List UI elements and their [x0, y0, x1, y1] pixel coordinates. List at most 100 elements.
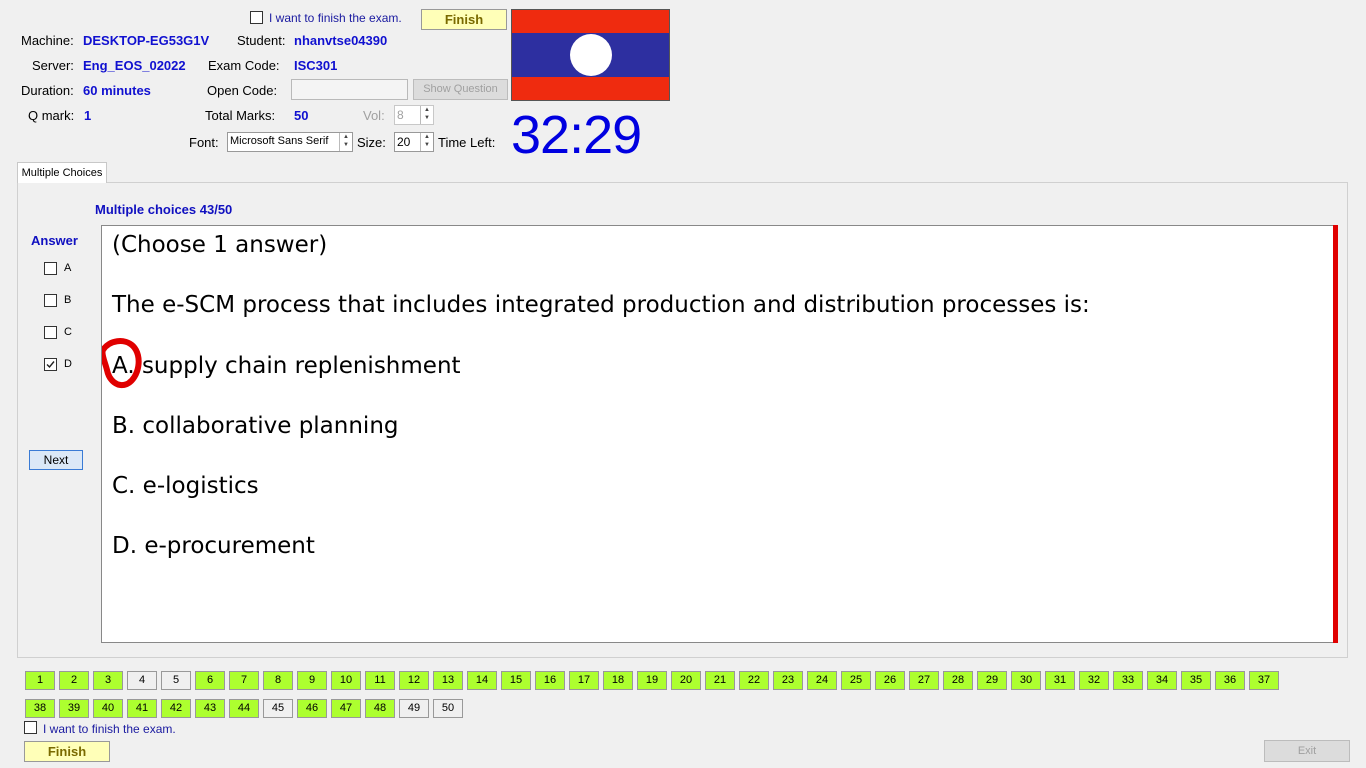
size-spinner[interactable]: 20 ▲ ▼: [394, 132, 434, 152]
open-code-input[interactable]: [291, 79, 408, 100]
duration-label: Duration:: [21, 83, 74, 98]
answer-checkbox-d[interactable]: [44, 358, 57, 371]
question-nav-button-48[interactable]: 48: [365, 699, 395, 718]
question-nav-button-5[interactable]: 5: [161, 671, 191, 690]
finish-button-bottom[interactable]: Finish: [24, 741, 110, 762]
question-nav-button-43[interactable]: 43: [195, 699, 225, 718]
answer-option-b[interactable]: B: [44, 294, 71, 310]
answer-letter-d: D: [64, 358, 72, 370]
question-nav-button-16[interactable]: 16: [535, 671, 565, 690]
question-nav-button-17[interactable]: 17: [569, 671, 599, 690]
tab-multiple-choices[interactable]: Multiple Choices: [17, 162, 107, 183]
question-nav-button-10[interactable]: 10: [331, 671, 361, 690]
question-nav-button-39[interactable]: 39: [59, 699, 89, 718]
question-nav-button-30[interactable]: 30: [1011, 671, 1041, 690]
question-nav-button-32[interactable]: 32: [1079, 671, 1109, 690]
question-nav-button-38[interactable]: 38: [25, 699, 55, 718]
size-value: 20: [397, 135, 411, 149]
question-nav-button-21[interactable]: 21: [705, 671, 735, 690]
answer-checkbox-c[interactable]: [44, 326, 57, 339]
total-marks-value: 50: [294, 108, 309, 123]
checkbox-box[interactable]: [24, 721, 37, 734]
spin-arrows-icon[interactable]: ▲ ▼: [420, 106, 433, 124]
exit-button[interactable]: Exit: [1264, 740, 1350, 762]
spin-arrows-icon[interactable]: ▲ ▼: [339, 133, 352, 151]
question-nav-button-33[interactable]: 33: [1113, 671, 1143, 690]
student-value: nhanvtse04390: [294, 33, 388, 48]
spin-arrows-icon[interactable]: ▲ ▼: [420, 133, 433, 151]
question-nav-button-25[interactable]: 25: [841, 671, 871, 690]
qmark-value: 1: [84, 108, 92, 123]
question-nav-button-41[interactable]: 41: [127, 699, 157, 718]
answer-option-a[interactable]: A: [44, 262, 71, 278]
question-nav-button-6[interactable]: 6: [195, 671, 225, 690]
machine-value: DESKTOP-EG53G1V: [83, 33, 210, 48]
question-nav-button-19[interactable]: 19: [637, 671, 667, 690]
question-nav-button-31[interactable]: 31: [1045, 671, 1075, 690]
question-nav-button-49[interactable]: 49: [399, 699, 429, 718]
question-progress: Multiple choices 43/50: [95, 202, 233, 217]
finish-exam-checkbox-bottom[interactable]: [24, 721, 37, 737]
question-nav-button-47[interactable]: 47: [331, 699, 361, 718]
question-stem: The e-SCM process that includes integrat…: [112, 292, 1090, 318]
question-nav-button-28[interactable]: 28: [943, 671, 973, 690]
question-nav-button-22[interactable]: 22: [739, 671, 769, 690]
check-icon: [46, 361, 55, 369]
question-scrollbar[interactable]: [1333, 225, 1338, 643]
question-nav-button-9[interactable]: 9: [297, 671, 327, 690]
question-instruction: (Choose 1 answer): [112, 232, 328, 258]
question-nav-button-7[interactable]: 7: [229, 671, 259, 690]
answer-letter-a: A: [64, 262, 72, 274]
question-nav-button-26[interactable]: 26: [875, 671, 905, 690]
question-nav-button-2[interactable]: 2: [59, 671, 89, 690]
question-nav-button-18[interactable]: 18: [603, 671, 633, 690]
question-nav-button-1[interactable]: 1: [25, 671, 55, 690]
question-nav-button-37[interactable]: 37: [1249, 671, 1279, 690]
answer-option-d[interactable]: D: [44, 358, 72, 374]
question-text-area[interactable]: (Choose 1 answer) The e-SCM process that…: [101, 225, 1334, 643]
question-nav-button-45[interactable]: 45: [263, 699, 293, 718]
tab-panel: Multiple choices 43/50 Answer A B C D Ne…: [17, 182, 1348, 658]
question-nav-button-4[interactable]: 4: [127, 671, 157, 690]
question-nav-button-14[interactable]: 14: [467, 671, 497, 690]
vol-spinner[interactable]: 8 ▲ ▼: [394, 105, 434, 125]
answer-checkbox-b[interactable]: [44, 294, 57, 307]
student-label: Student:: [237, 33, 286, 48]
question-nav-button-46[interactable]: 46: [297, 699, 327, 718]
answer-checkbox-a[interactable]: [44, 262, 57, 275]
total-marks-label: Total Marks:: [205, 108, 276, 123]
question-nav-button-29[interactable]: 29: [977, 671, 1007, 690]
answer-letter-b: B: [64, 294, 72, 306]
question-nav-button-27[interactable]: 27: [909, 671, 939, 690]
question-nav-button-3[interactable]: 3: [93, 671, 123, 690]
answer-option-c[interactable]: C: [44, 326, 72, 342]
checkbox-box[interactable]: [250, 11, 263, 24]
font-value: Microsoft Sans Serif: [230, 135, 329, 147]
finish-exam-label-top: I want to finish the exam.: [269, 11, 402, 25]
red-circle-annotation: [102, 338, 142, 388]
question-nav-button-34[interactable]: 34: [1147, 671, 1177, 690]
finish-button-top[interactable]: Finish: [421, 9, 507, 30]
qmark-label: Q mark:: [28, 108, 75, 123]
question-nav-button-11[interactable]: 11: [365, 671, 395, 690]
question-nav-button-13[interactable]: 13: [433, 671, 463, 690]
question-nav-button-24[interactable]: 24: [807, 671, 837, 690]
answer-label: Answer: [31, 233, 78, 248]
question-nav-button-36[interactable]: 36: [1215, 671, 1245, 690]
show-question-button[interactable]: Show Question: [413, 79, 508, 100]
question-nav-button-35[interactable]: 35: [1181, 671, 1211, 690]
question-nav-button-42[interactable]: 42: [161, 699, 191, 718]
question-nav-button-44[interactable]: 44: [229, 699, 259, 718]
question-nav-button-15[interactable]: 15: [501, 671, 531, 690]
question-nav-button-8[interactable]: 8: [263, 671, 293, 690]
answer-letter-c: C: [64, 326, 72, 338]
question-nav-button-20[interactable]: 20: [671, 671, 701, 690]
finish-exam-checkbox-top[interactable]: [250, 11, 263, 27]
question-nav-button-50[interactable]: 50: [433, 699, 463, 718]
next-button[interactable]: Next: [29, 450, 83, 470]
font-spinner[interactable]: Microsoft Sans Serif ▲ ▼: [227, 132, 353, 152]
question-nav-button-40[interactable]: 40: [93, 699, 123, 718]
question-nav-button-12[interactable]: 12: [399, 671, 429, 690]
question-nav-button-23[interactable]: 23: [773, 671, 803, 690]
exam-code-value: ISC301: [294, 58, 338, 73]
